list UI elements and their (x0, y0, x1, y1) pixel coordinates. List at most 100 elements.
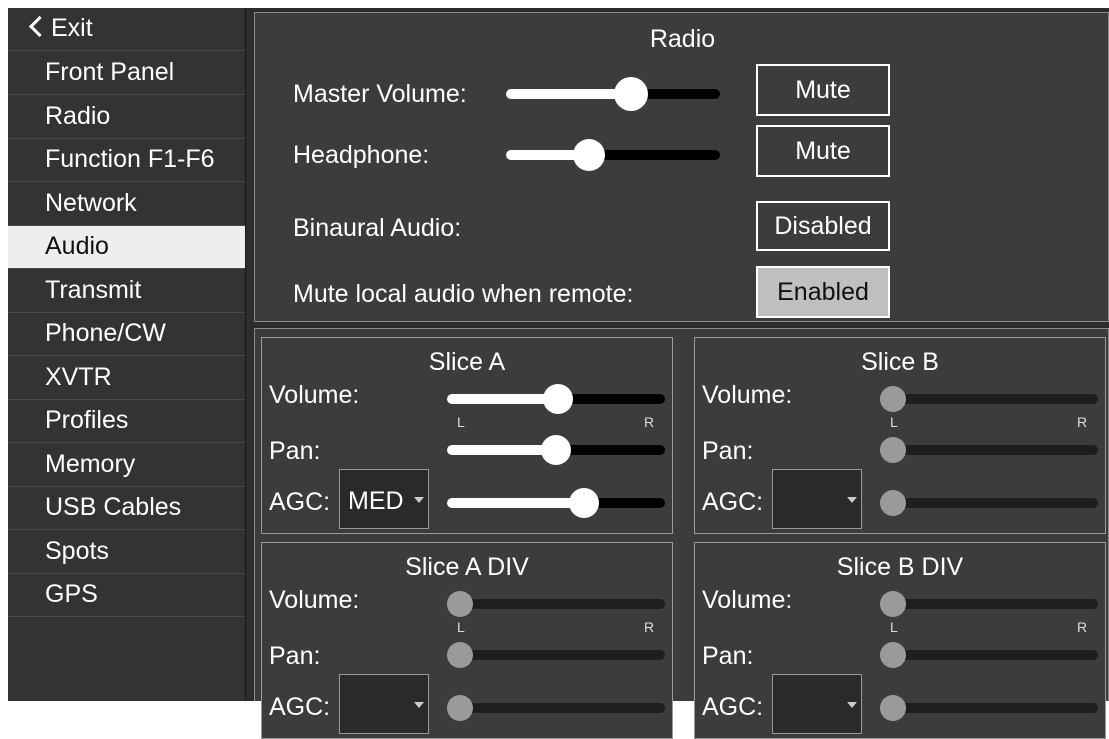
slice-agc-slider[interactable] (447, 692, 665, 724)
slider-thumb[interactable] (542, 384, 573, 414)
sidebar-item-label: GPS (45, 580, 98, 608)
sidebar-item-label: Phone/CW (45, 319, 166, 347)
slider-track (880, 394, 1098, 404)
slice-b-panel: Slice B Volume: L R Pan: AGC: (694, 337, 1106, 534)
slice-agc-label: AGC: (702, 488, 764, 516)
slice-title: Slice B (861, 348, 939, 376)
slice-a-div-panel: Slice A DIV Volume: L R Pan: AGC: (261, 542, 673, 739)
pan-right-label: R (1077, 619, 1088, 635)
slider-track (447, 599, 665, 609)
chevron-left-icon (28, 15, 51, 37)
sidebar-item-network[interactable]: Network (8, 183, 245, 226)
slider-thumb[interactable] (569, 488, 600, 518)
agc-mode-dropdown[interactable] (772, 674, 862, 734)
agc-mode-dropdown[interactable] (772, 469, 862, 529)
slider-thumb[interactable] (614, 77, 648, 111)
slider-thumb[interactable] (573, 139, 606, 171)
sidebar-item-audio[interactable]: Audio (8, 226, 245, 269)
pan-right-label: R (644, 414, 655, 430)
sidebar-item-label: Memory (45, 450, 136, 478)
slice-b-div-panel: Slice B DIV Volume: L R Pan: AGC: (694, 542, 1106, 739)
sidebar-item-function[interactable]: Function F1-F6 (8, 139, 245, 182)
sidebar-item-spots[interactable]: Spots (8, 531, 245, 574)
slider-thumb[interactable] (447, 695, 473, 721)
pan-left-label: L (457, 619, 465, 635)
slider-thumb[interactable] (880, 437, 906, 463)
slice-pan-label: Pan: (702, 642, 754, 670)
slice-volume-slider[interactable] (880, 383, 1098, 415)
caret-down-icon (414, 702, 424, 708)
slice-volume-label: Volume: (702, 381, 793, 409)
slice-pan-slider[interactable] (880, 434, 1098, 466)
slider-thumb[interactable] (880, 386, 906, 412)
slider-fill (506, 89, 631, 99)
sidebar-item-radio[interactable]: Radio (8, 96, 245, 139)
sidebar-item-transmit[interactable]: Transmit (8, 270, 245, 313)
slider-thumb[interactable] (880, 642, 906, 668)
slice-agc-slider[interactable] (880, 487, 1098, 519)
slice-title: Slice B DIV (836, 553, 964, 581)
slider-track (880, 650, 1098, 660)
slice-pan-slider[interactable] (447, 434, 665, 466)
slice-title: Slice A (428, 348, 506, 376)
slider-track (880, 599, 1098, 609)
slider-track (880, 703, 1098, 713)
mute-local-toggle-button[interactable]: Enabled (756, 266, 890, 318)
sidebar-item-profiles[interactable]: Profiles (8, 400, 245, 443)
master-mute-button[interactable]: Mute (756, 64, 890, 116)
slice-volume-slider[interactable] (880, 588, 1098, 620)
slider-track (880, 445, 1098, 455)
agc-mode-dropdown[interactable]: MED (339, 469, 429, 529)
slice-agc-label: AGC: (702, 693, 764, 721)
slider-thumb[interactable] (880, 490, 906, 516)
sidebar-item-label: Network (45, 189, 137, 217)
slice-volume-slider[interactable] (447, 383, 665, 415)
slider-thumb[interactable] (880, 591, 906, 617)
exit-button[interactable]: Exit (8, 8, 245, 51)
agc-mode-value: MED (348, 487, 404, 515)
slice-agc-slider[interactable] (447, 487, 665, 519)
sidebar-item-memory[interactable]: Memory (8, 444, 245, 487)
caret-down-icon (414, 497, 424, 503)
sidebar-item-gps[interactable]: GPS (8, 574, 245, 617)
slider-thumb[interactable] (541, 435, 571, 465)
binaural-label: Binaural Audio: (293, 214, 462, 242)
pan-right-label: R (1077, 414, 1088, 430)
sidebar-item-label: Front Panel (45, 58, 175, 86)
sidebar-item-front-panel[interactable]: Front Panel (8, 52, 245, 95)
exit-label: Exit (51, 14, 93, 42)
sidebar-item-usb-cables[interactable]: USB Cables (8, 487, 245, 530)
agc-mode-dropdown[interactable] (339, 674, 429, 734)
sidebar-item-phone-cw[interactable]: Phone/CW (8, 313, 245, 356)
slice-pan-slider[interactable] (447, 639, 665, 671)
caret-down-icon (847, 702, 857, 708)
master-volume-label: Master Volume: (293, 80, 467, 108)
pan-right-label: R (644, 619, 655, 635)
sidebar-item-label: Audio (45, 232, 109, 260)
slider-thumb[interactable] (447, 642, 473, 668)
audio-settings-window: Exit Front Panel Radio Function F1-F6 Ne… (0, 0, 1109, 739)
sidebar-item-label: USB Cables (45, 493, 182, 521)
slider-fill (447, 394, 558, 404)
headphone-mute-button[interactable]: Mute (756, 125, 890, 177)
sidebar: Exit Front Panel Radio Function F1-F6 Ne… (8, 8, 245, 701)
slice-pan-label: Pan: (269, 437, 321, 465)
sidebar-item-xvtr[interactable]: XVTR (8, 357, 245, 400)
slice-volume-slider[interactable] (447, 588, 665, 620)
pan-left-label: L (457, 414, 465, 430)
sidebar-item-label: Transmit (45, 276, 142, 304)
master-volume-slider[interactable] (506, 76, 720, 112)
sidebar-item-label: Function F1-F6 (45, 145, 215, 173)
slider-track (880, 498, 1098, 508)
slice-pan-slider[interactable] (880, 639, 1098, 671)
slider-track (447, 650, 665, 660)
slice-volume-label: Volume: (269, 586, 360, 614)
headphone-label: Headphone: (293, 141, 430, 169)
binaural-toggle-button[interactable]: Disabled (756, 201, 890, 251)
slider-thumb[interactable] (880, 695, 906, 721)
slider-thumb[interactable] (447, 591, 473, 617)
headphone-slider[interactable] (506, 137, 720, 173)
slice-agc-label: AGC: (269, 693, 331, 721)
slice-agc-slider[interactable] (880, 692, 1098, 724)
sidebar-item-label: Radio (45, 102, 111, 130)
